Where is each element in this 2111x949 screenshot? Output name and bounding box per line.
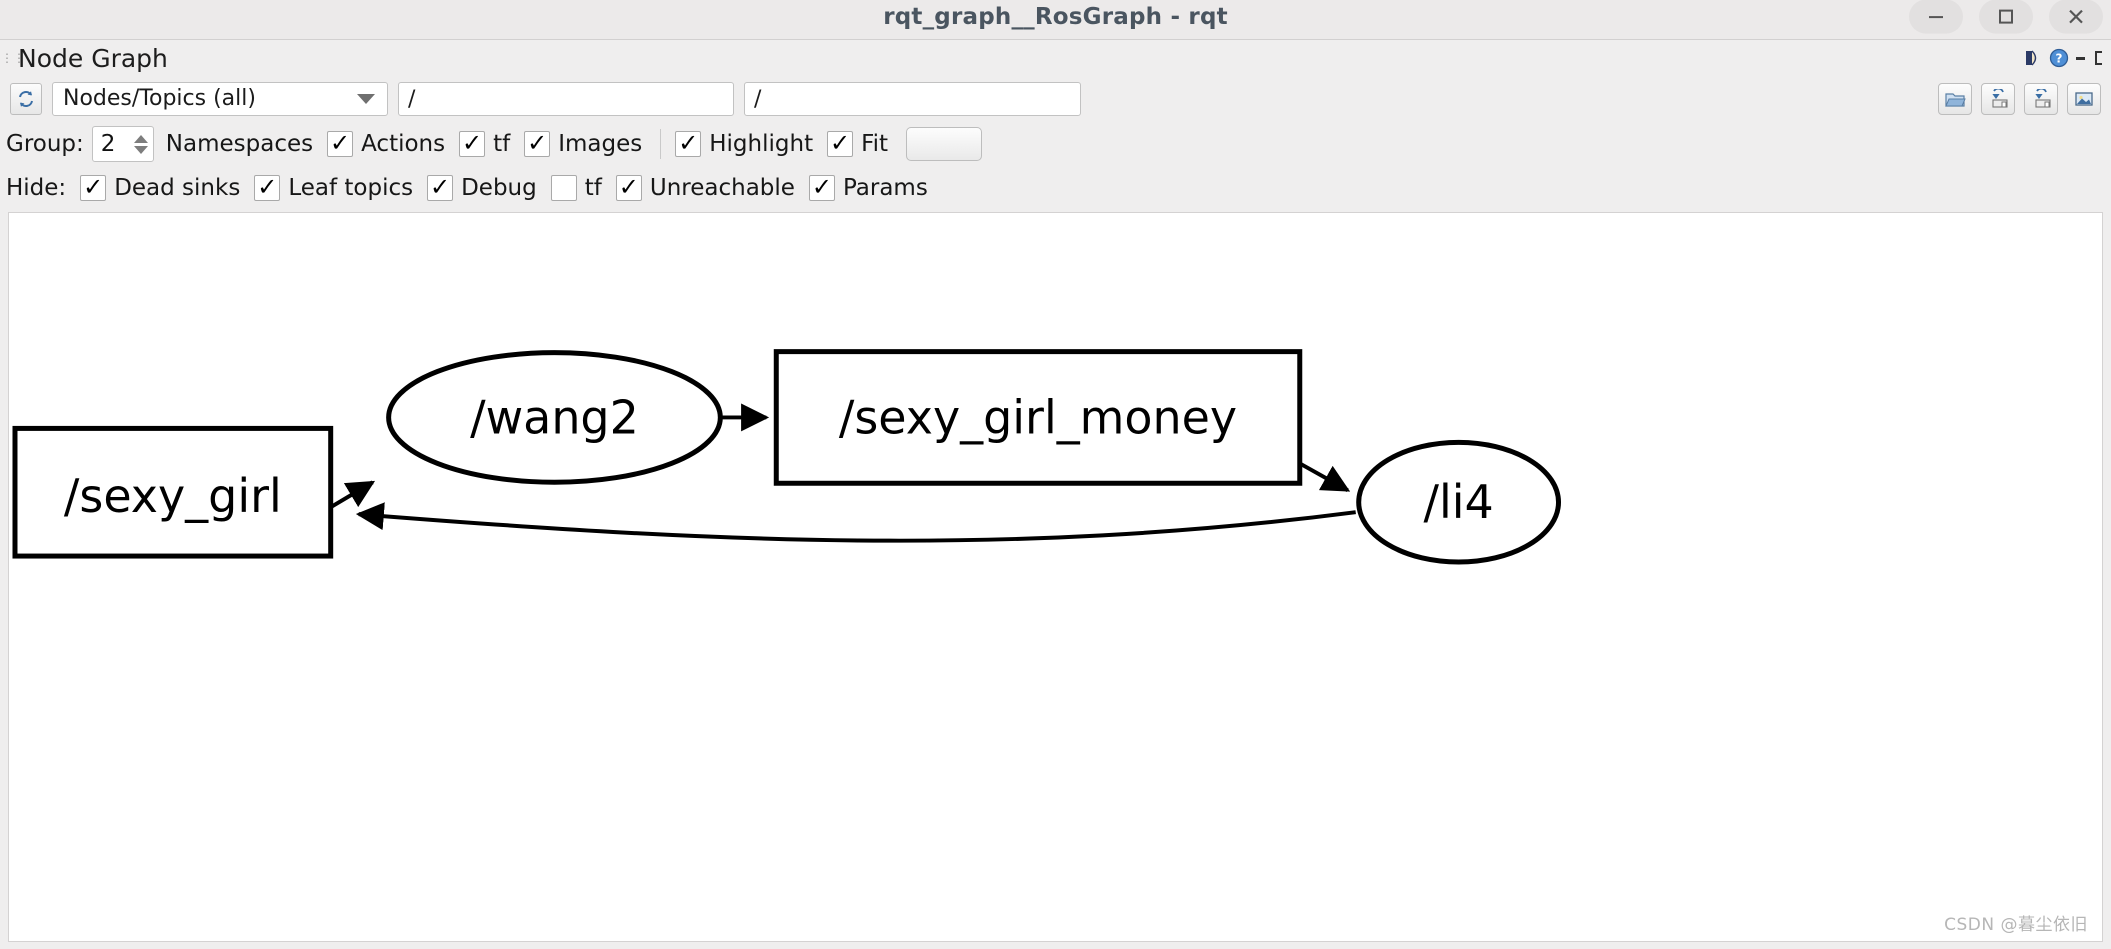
minimize-button[interactable]: [1909, 0, 1963, 34]
checkbox-images[interactable]: ✓ Images: [524, 130, 642, 158]
maximize-button[interactable]: [1979, 0, 2033, 34]
panel-grip-icon[interactable]: ⋮⋮: [1, 49, 25, 67]
node-filter-input[interactable]: [744, 82, 1081, 116]
checkbox-actions[interactable]: ✓ Actions: [327, 130, 445, 158]
checkbox-params[interactable]: ✓ Params: [808, 174, 928, 202]
image-icon: [2075, 92, 2093, 106]
svg-text:?: ?: [2056, 52, 2063, 66]
toolbar-export-buttons: [1938, 83, 2101, 115]
tf-hide-label: tf: [584, 175, 602, 201]
actions-checkbox[interactable]: ✓: [327, 131, 354, 157]
close-panel-icon[interactable]: [2093, 48, 2105, 68]
toolbar-group-row: Group: 2 Namespaces ✓ Actions ✓ tf ✓ Ima…: [0, 122, 2111, 166]
tf-group-checkbox[interactable]: ✓: [459, 131, 486, 157]
refresh-icon: [19, 91, 33, 107]
graph-node-wang2[interactable]: /wang2: [386, 350, 723, 485]
images-checkbox[interactable]: ✓: [524, 131, 551, 157]
checkbox-leaf-topics[interactable]: ✓ Leaf topics: [254, 174, 413, 202]
toolbar-separator: [660, 129, 662, 159]
edge-li4-to-sexy-girl: [355, 502, 1356, 543]
graph-node-li4[interactable]: /li4: [1356, 439, 1562, 565]
checkbox-dead-sinks[interactable]: ✓ Dead sinks: [80, 174, 240, 202]
highlight-label: Highlight: [709, 131, 814, 157]
maximize-icon: [1999, 9, 2013, 24]
edge-sexy-girl-money-to-li4: [1296, 460, 1351, 492]
save-dot-icon: [1992, 89, 2008, 108]
node-label-sexy-girl-money: /sexy_girl_money: [839, 390, 1237, 444]
graph-filter-select[interactable]: Nodes/Topics (all): [52, 82, 388, 116]
rqt-graph-window: rqt_graph__RosGraph - rqt ⋮⋮ Node Graph: [0, 0, 2111, 949]
graph-node-sexy-girl-money[interactable]: /sexy_girl_money: [773, 349, 1303, 486]
debug-label: Debug: [461, 175, 537, 201]
load-dot-button[interactable]: [1938, 83, 1972, 115]
spin-down-icon[interactable]: [133, 145, 148, 154]
save-dot-button[interactable]: [1981, 83, 2015, 115]
fit-in-view-button[interactable]: [906, 127, 983, 161]
fit-checkbox[interactable]: ✓: [827, 131, 854, 157]
dead-sinks-label: Dead sinks: [114, 175, 241, 201]
checkbox-highlight[interactable]: ✓ Highlight: [675, 130, 813, 158]
params-checkbox[interactable]: ✓: [808, 175, 835, 201]
toolbar-filters: Nodes/Topics (all): [0, 76, 2111, 122]
images-label: Images: [558, 131, 643, 157]
fit-label: Fit: [861, 131, 889, 157]
node-label-wang2: /wang2: [470, 390, 639, 444]
topic-filter-input[interactable]: [398, 82, 734, 116]
debug-checkbox[interactable]: ✓: [427, 175, 454, 201]
group-spin-buttons: [131, 129, 151, 159]
close-button[interactable]: [2049, 0, 2103, 34]
undock-icon[interactable]: [2024, 48, 2044, 68]
tf-hide-checkbox[interactable]: ✓: [550, 175, 577, 201]
leaf-topics-checkbox[interactable]: ✓: [254, 175, 281, 201]
group-spin-value: 2: [100, 131, 116, 157]
group-label: Group:: [6, 131, 84, 157]
edge-sexy-girl-to-wang2: [329, 480, 376, 509]
save-svg-button[interactable]: [2024, 83, 2058, 115]
refresh-button[interactable]: [10, 83, 42, 115]
panel-title: Node Graph: [18, 44, 168, 73]
help-icon[interactable]: ?: [2049, 48, 2069, 68]
checkbox-debug[interactable]: ✓ Debug: [427, 174, 537, 202]
params-label: Params: [842, 175, 928, 201]
checkbox-fit[interactable]: ✓ Fit: [827, 130, 888, 158]
watermark: CSDN @暮尘依旧: [1944, 915, 2088, 935]
chevron-down-icon: [357, 94, 375, 104]
hide-label: Hide:: [6, 175, 67, 201]
ros-graph-canvas[interactable]: /sexy_girl /wang2 /sexy_girl_money /li4 …: [8, 212, 2103, 942]
save-svg-icon: [2035, 89, 2051, 108]
panel-header-buttons: ?: [2024, 48, 2105, 68]
save-image-button[interactable]: [2067, 83, 2101, 115]
minimize-icon: [1929, 15, 1943, 18]
namespaces-label: Namespaces: [165, 131, 314, 157]
unreachable-checkbox[interactable]: ✓: [615, 175, 642, 201]
window-title: rqt_graph__RosGraph - rqt: [883, 3, 1228, 30]
checkbox-tf-group[interactable]: ✓ tf: [459, 130, 510, 158]
tf-group-label: tf: [493, 131, 511, 157]
node-label-li4: /li4: [1423, 475, 1493, 529]
minimize-panel-icon[interactable]: [2074, 48, 2088, 68]
window-controls: [1909, 0, 2103, 34]
highlight-checkbox[interactable]: ✓: [675, 131, 702, 157]
close-icon: [2069, 9, 2083, 23]
checkbox-unreachable[interactable]: ✓ Unreachable: [615, 174, 795, 202]
dead-sinks-checkbox[interactable]: ✓: [80, 175, 107, 201]
toolbar-hide-row: Hide: ✓ Dead sinks ✓ Leaf topics ✓ Debug…: [0, 166, 2111, 210]
graph-node-sexy-girl[interactable]: /sexy_girl: [12, 425, 334, 559]
unreachable-label: Unreachable: [649, 175, 795, 201]
node-label-sexy-girl: /sexy_girl: [64, 469, 282, 523]
title-bar: rqt_graph__RosGraph - rqt: [0, 0, 2111, 40]
checkbox-tf-hide[interactable]: ✓ tf: [550, 174, 602, 202]
ros-graph-svg: /sexy_girl /wang2 /sexy_girl_money /li4: [12, 349, 1562, 565]
group-spinbox[interactable]: 2: [91, 126, 154, 162]
panel-header: ⋮⋮ Node Graph ?: [0, 40, 2111, 76]
folder-icon: [1945, 93, 1966, 107]
actions-label: Actions: [361, 131, 446, 157]
graph-filter-value: Nodes/Topics (all): [63, 86, 256, 111]
leaf-topics-label: Leaf topics: [288, 175, 414, 201]
spin-up-icon[interactable]: [133, 134, 148, 143]
